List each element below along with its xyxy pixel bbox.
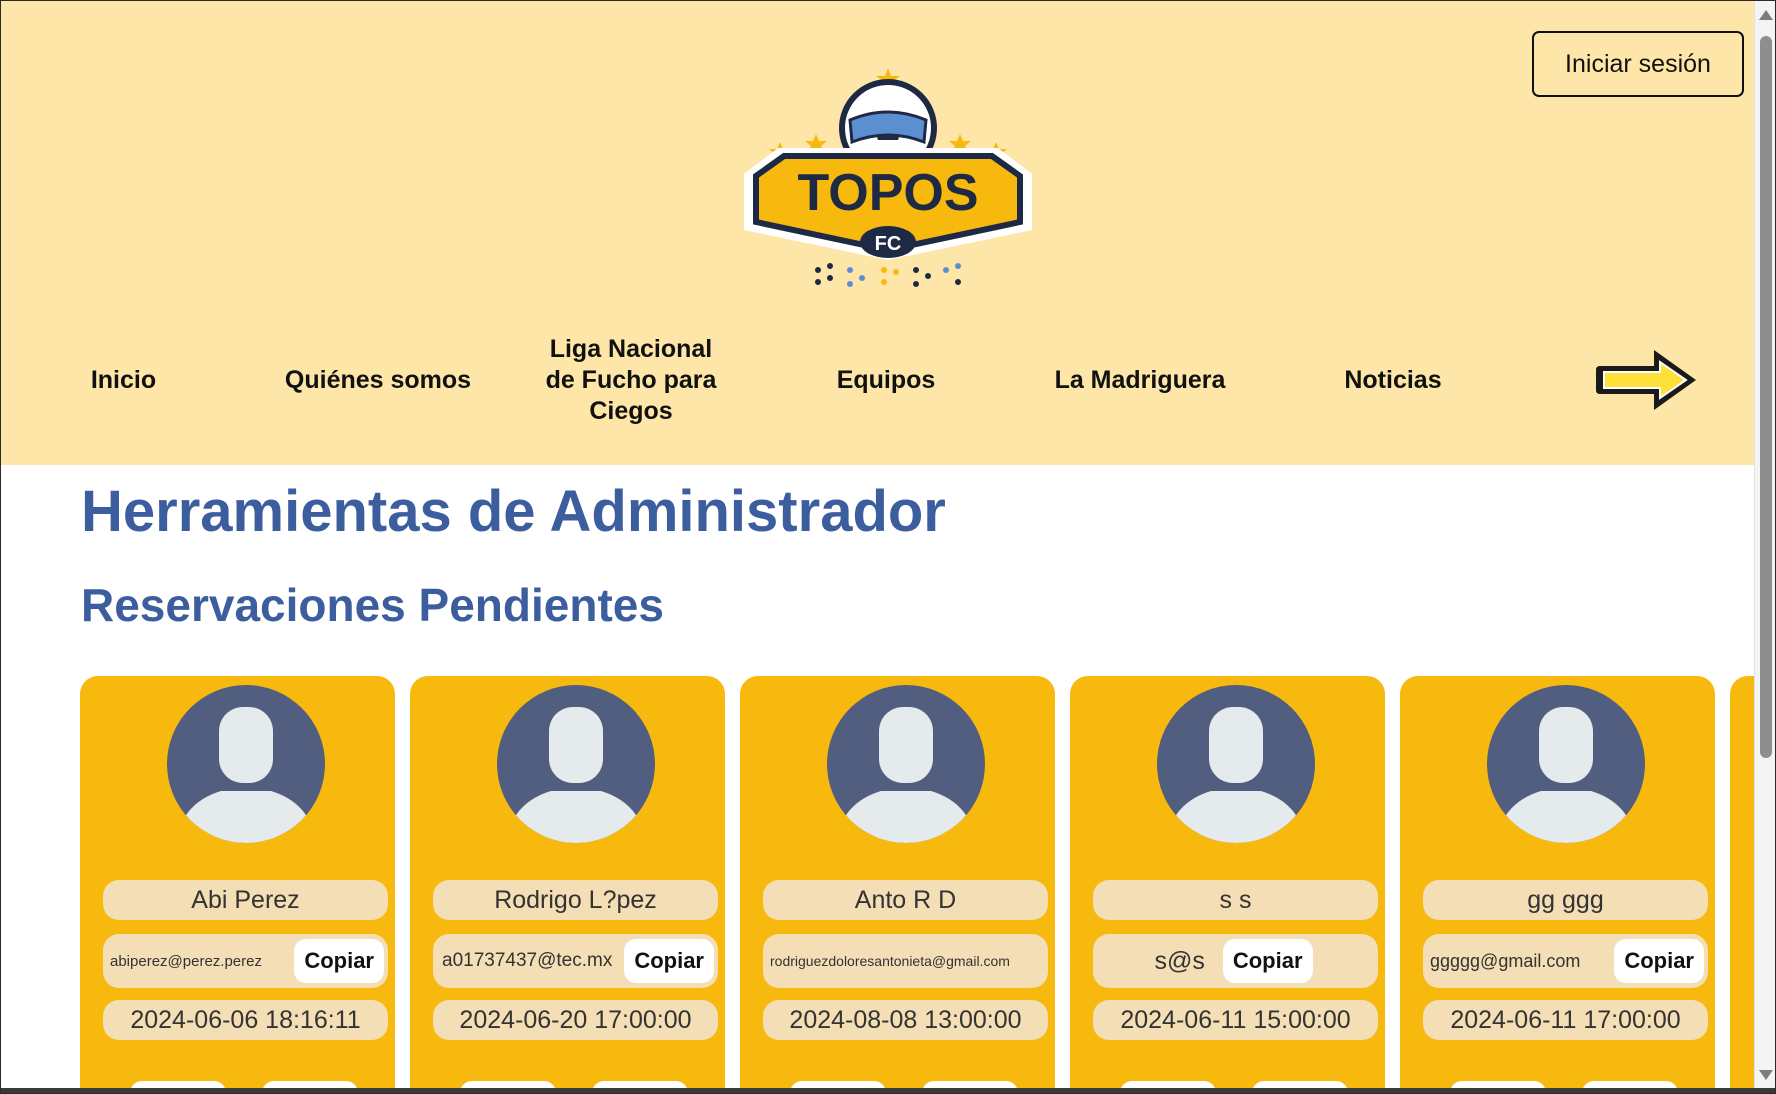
copy-email-button[interactable]: Copiar: [1614, 939, 1704, 983]
reservation-email: a01737437@tec.mx: [442, 950, 613, 971]
vertical-scrollbar[interactable]: [1754, 0, 1776, 1088]
accept-button[interactable]: [1450, 1081, 1546, 1088]
reservation-card: Abi Perez abiperez@perez.perez Copiar 20…: [80, 676, 395, 1088]
scroll-up-icon[interactable]: [1759, 10, 1773, 20]
reservation-card: Rodrigo L?pez a01737437@tec.mx Copiar 20…: [410, 676, 725, 1088]
user-avatar-icon: [1487, 685, 1645, 843]
user-avatar-icon: [167, 685, 325, 843]
page-title: Herramientas de Administrador: [81, 479, 946, 544]
reject-button[interactable]: [1582, 1081, 1678, 1088]
scrollbar-thumb[interactable]: [1760, 36, 1772, 758]
reservation-email-row: abiperez@perez.perez Copiar: [103, 934, 388, 988]
reservation-name: Abi Perez: [103, 880, 388, 920]
braille-dots: [815, 263, 961, 287]
reject-button[interactable]: [1252, 1081, 1348, 1088]
reservation-email: ggggg@gmail.com: [1430, 950, 1581, 971]
reservation-card: gg ggg ggggg@gmail.com Copiar 2024-06-11…: [1400, 676, 1715, 1088]
nav-item-inicio[interactable]: Inicio: [60, 330, 187, 430]
reservation-email: rodriguezdoloresantonieta@gmail.com: [770, 953, 1010, 969]
accept-button[interactable]: [790, 1081, 886, 1088]
logo-text: TOPOS: [797, 164, 978, 222]
user-avatar-icon: [827, 685, 985, 843]
topos-fc-logo[interactable]: TOPOS FC: [738, 64, 1038, 298]
reject-button[interactable]: [592, 1081, 688, 1088]
reject-button[interactable]: [262, 1081, 358, 1088]
reservation-card: Anto R D rodriguezdoloresantonieta@gmail…: [740, 676, 1095, 1088]
reservation-email-row: ggggg@gmail.com Copiar: [1423, 934, 1708, 988]
reservation-name: gg ggg: [1423, 880, 1708, 920]
reservation-datetime: 2024-06-06 18:16:11: [103, 1000, 388, 1040]
scroll-down-icon[interactable]: [1759, 1070, 1773, 1080]
section-title: Reservaciones Pendientes: [81, 579, 664, 631]
reservation-email-row: a01737437@tec.mx Copiar: [433, 934, 718, 988]
main-nav: Inicio Quiénes somos Liga Nacional de Fu…: [0, 330, 1754, 430]
reject-button[interactable]: [922, 1081, 1018, 1088]
reservation-email-row: rodriguezdoloresantonieta@gmail.com Co: [763, 934, 1095, 988]
reservation-name: Rodrigo L?pez: [433, 880, 718, 920]
reservation-name: s s: [1093, 880, 1378, 920]
accept-button[interactable]: [1120, 1081, 1216, 1088]
reservation-card: s s s@s Copiar 2024-06-11 15:00:00: [1070, 676, 1385, 1088]
site-header: Iniciar sesión TOPOS FC Inicio Quiénes s…: [0, 0, 1754, 465]
login-button[interactable]: Iniciar sesión: [1532, 31, 1744, 97]
accept-button[interactable]: [460, 1081, 556, 1088]
nav-item-liga-nacional[interactable]: Liga Nacional de Fucho para Ciegos: [535, 330, 727, 430]
reservation-card-partial: [1730, 676, 1754, 1088]
reservation-email: abiperez@perez.perez: [110, 952, 262, 970]
reservation-email-row: s@s Copiar: [1093, 934, 1378, 988]
accept-button[interactable]: [130, 1081, 226, 1088]
reservation-datetime: 2024-08-08 13:00:00: [763, 1000, 1048, 1040]
reservations-list: Abi Perez abiperez@perez.perez Copiar 20…: [0, 676, 1754, 1088]
nav-item-quienes-somos[interactable]: Quiénes somos: [272, 330, 484, 430]
logo-subtext: FC: [875, 233, 902, 255]
reservation-email: s@s: [1154, 946, 1205, 975]
nav-item-la-madriguera[interactable]: La Madriguera: [1040, 330, 1240, 430]
copy-email-button[interactable]: Copiar: [1222, 939, 1313, 983]
reservation-name: Anto R D: [763, 880, 1048, 920]
window-bottom-edge: [0, 1088, 1776, 1094]
user-avatar-icon: [1157, 685, 1315, 843]
user-avatar-icon: [497, 685, 655, 843]
copy-email-button[interactable]: Copiar: [294, 939, 384, 983]
nav-item-equipos[interactable]: Equipos: [820, 330, 952, 430]
copy-email-button[interactable]: Copiar: [624, 939, 714, 983]
reservation-datetime: 2024-06-20 17:00:00: [433, 1000, 718, 1040]
arrow-right-icon[interactable]: [1594, 344, 1702, 416]
reservation-datetime: 2024-06-11 17:00:00: [1423, 1000, 1708, 1040]
reservation-datetime: 2024-06-11 15:00:00: [1093, 1000, 1378, 1040]
nav-item-noticias[interactable]: Noticias: [1330, 330, 1456, 430]
